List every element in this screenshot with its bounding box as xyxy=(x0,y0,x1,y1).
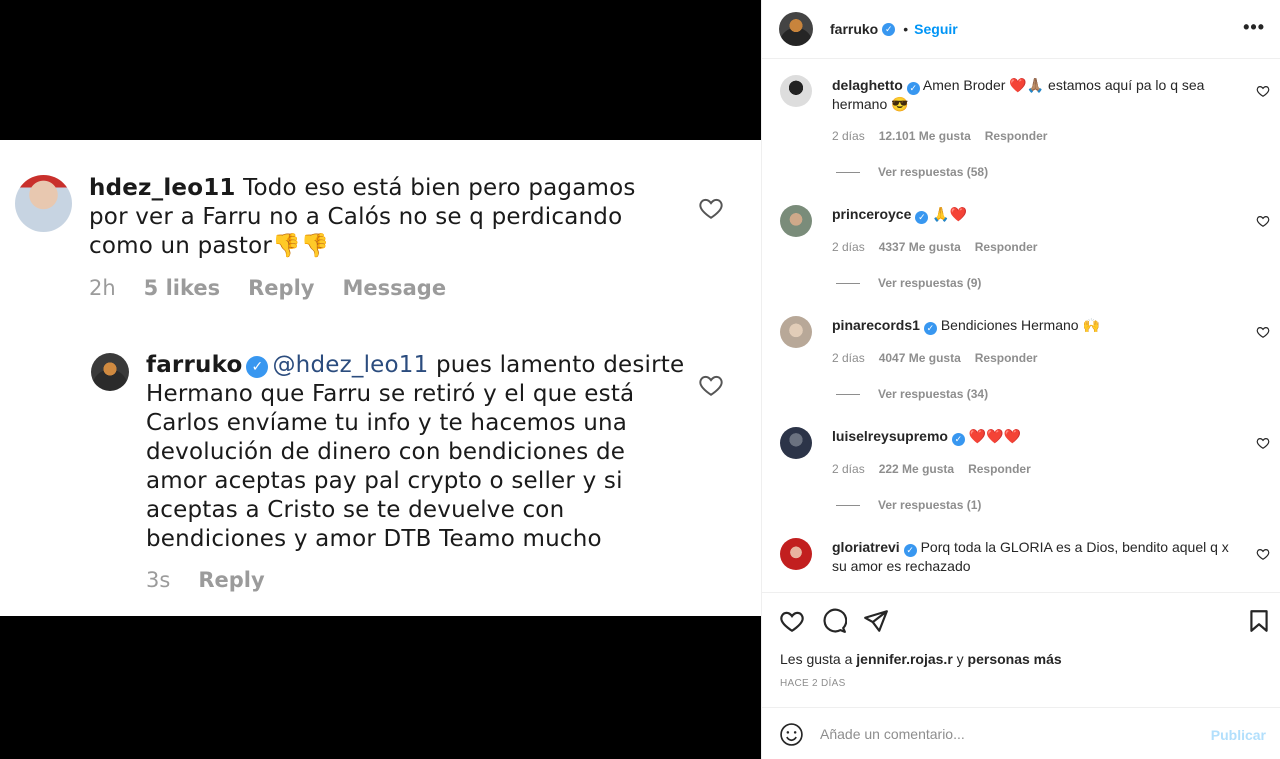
comment-likes[interactable]: 4337 Me gusta xyxy=(879,240,961,254)
bookmark-icon[interactable] xyxy=(1246,608,1272,634)
farruko-screenshot-avatar xyxy=(91,353,129,391)
comment-username[interactable]: princeroyce xyxy=(832,206,911,222)
comment-meta: 2 días 4047 Me gusta Responder xyxy=(832,351,1037,365)
view-replies-label: Ver respuestas (9) xyxy=(878,276,982,290)
view-replies-button[interactable]: Ver respuestas (34) xyxy=(836,387,988,401)
heart-icon xyxy=(699,198,723,219)
reply-button[interactable]: Responder xyxy=(975,240,1038,254)
commenter-avatar[interactable] xyxy=(780,316,812,348)
view-replies-button[interactable]: Ver respuestas (1) xyxy=(836,498,981,512)
comment-meta: 2 días 222 Me gusta Responder xyxy=(832,462,1031,476)
publish-button[interactable]: Publicar xyxy=(1211,727,1266,743)
screenshot-username-1: hdez_leo11 xyxy=(89,175,236,201)
verified-badge-icon: ✓ xyxy=(951,433,965,446)
heart-icon xyxy=(699,375,723,396)
comment-likes[interactable]: 4047 Me gusta xyxy=(879,351,961,365)
comment-likes[interactable]: 12.101 Me gusta xyxy=(879,129,971,143)
screenshot-comment-1-meta: 2h 5 likes Reply Message xyxy=(89,276,446,300)
like-comment-heart-icon[interactable] xyxy=(1256,325,1270,339)
view-replies-button[interactable]: Ver respuestas (9) xyxy=(836,276,981,290)
commenter-avatar[interactable] xyxy=(780,538,812,570)
comment-body: delaghetto ✓ Amen Broder ❤️🙏🏽 estamos aqu… xyxy=(832,76,1232,114)
likes-user-link[interactable]: jennifer.rojas.r xyxy=(856,651,952,667)
comment-age: 2 días xyxy=(832,462,865,476)
comment-meta: 2 días 4337 Me gusta Responder xyxy=(832,240,1037,254)
comments-list[interactable]: delaghetto ✓ Amen Broder ❤️🙏🏽 estamos aqu… xyxy=(762,60,1280,592)
share-send-icon[interactable] xyxy=(863,608,889,634)
comment-meta: 2 días 12.101 Me gusta Responder xyxy=(832,129,1047,143)
comment-input[interactable] xyxy=(820,722,1200,746)
like-comment-heart-icon[interactable] xyxy=(1256,84,1270,98)
hdez-leo11-avatar xyxy=(15,175,72,232)
comment-text: ❤️❤️❤️ xyxy=(968,428,1022,444)
view-replies-button[interactable]: Ver respuestas (58) xyxy=(836,165,988,179)
comment-body: luiselreysupremo ✓ ❤️❤️❤️ xyxy=(832,427,1232,446)
verified-badge-icon: ✓ xyxy=(903,544,917,557)
comment-screenshot: hdez_leo11 Todo eso está bien pero pagam… xyxy=(0,140,761,616)
comment-username[interactable]: luiselreysupremo xyxy=(832,428,948,444)
comment-bubble-icon[interactable] xyxy=(821,608,847,634)
post-timestamp[interactable]: HACE 2 DÍAS xyxy=(780,678,846,689)
follow-button[interactable]: Seguir xyxy=(914,21,958,37)
verified-badge-icon: ✓ xyxy=(923,322,937,335)
like-comment-heart-icon[interactable] xyxy=(1256,547,1270,561)
comment-likes[interactable]: 222 Me gusta xyxy=(879,462,954,476)
view-replies-label: Ver respuestas (58) xyxy=(878,165,989,179)
like-heart-icon[interactable] xyxy=(779,608,805,634)
comment-body: princeroyce ✓ 🙏❤️ xyxy=(832,205,1232,224)
comment-text: 🙏❤️ xyxy=(932,206,968,222)
likes-summary: Les gusta a jennifer.rojas.r y personas … xyxy=(780,651,1062,667)
reply-button[interactable]: Responder xyxy=(985,129,1048,143)
commenter-avatar[interactable] xyxy=(780,205,812,237)
comment-username[interactable]: pinarecords1 xyxy=(832,317,920,333)
likes-others-link[interactable]: personas más xyxy=(968,651,1062,667)
screenshot-time-1: 2h xyxy=(89,276,116,300)
emoji-icon[interactable] xyxy=(779,722,804,747)
verified-badge-icon: ✓ xyxy=(906,82,920,95)
author-username[interactable]: farruko xyxy=(830,21,878,37)
post-actions: Les gusta a jennifer.rojas.r y personas … xyxy=(762,592,1280,707)
verified-badge-icon: ✓ xyxy=(246,356,269,378)
reply-button[interactable]: Responder xyxy=(975,351,1038,365)
screenshot-mention: @hdez_leo11 xyxy=(272,352,429,378)
like-comment-heart-icon[interactable] xyxy=(1256,214,1270,228)
comment-username[interactable]: delaghetto xyxy=(832,77,903,93)
post-header: farruko ✓ • Seguir ••• xyxy=(762,0,1280,59)
comment-body: gloriatrevi ✓ Porq toda la GLORIA es a Di… xyxy=(832,538,1232,576)
comment-age: 2 días xyxy=(832,129,865,143)
screenshot-likes-1: 5 likes xyxy=(143,276,221,300)
screenshot-username-2: farruko xyxy=(146,352,243,378)
view-replies-label: Ver respuestas (1) xyxy=(878,498,982,512)
separator-dot: • xyxy=(903,21,909,37)
screenshot-comment-1: hdez_leo11 Todo eso está bien pero pagam… xyxy=(89,174,649,261)
reply-button[interactable]: Responder xyxy=(968,462,1031,476)
view-replies-label: Ver respuestas (34) xyxy=(878,387,989,401)
likes-connector: y xyxy=(956,651,964,667)
comment-text: Bendiciones Hermano 🙌 xyxy=(940,317,1100,333)
screenshot-comment-2: farruko ✓ @hdez_leo11 pues lamento desirte… xyxy=(146,351,686,554)
screenshot-reply-1: Reply xyxy=(248,276,315,300)
post-side-panel: farruko ✓ • Seguir ••• delaghetto ✓ Amen … xyxy=(761,0,1280,759)
commenter-avatar[interactable] xyxy=(780,75,812,107)
more-options-icon[interactable]: ••• xyxy=(1243,17,1265,38)
like-comment-heart-icon[interactable] xyxy=(1256,436,1270,450)
screenshot-time-2: 3s xyxy=(146,568,171,592)
comment-username[interactable]: gloriatrevi xyxy=(832,539,900,555)
author-avatar[interactable] xyxy=(779,12,813,46)
verified-badge-icon: ✓ xyxy=(882,22,896,36)
verified-badge-icon: ✓ xyxy=(915,211,929,224)
comment-age: 2 días xyxy=(832,351,865,365)
screenshot-comment-2-meta: 3s Reply xyxy=(146,568,265,592)
add-comment-bar: Publicar xyxy=(762,707,1280,759)
comment-body: pinarecords1 ✓ Bendiciones Hermano 🙌 xyxy=(832,316,1232,335)
screenshot-reply-2: Reply xyxy=(198,568,265,592)
screenshot-message-1: Message xyxy=(342,276,447,300)
commenter-avatar[interactable] xyxy=(780,427,812,459)
screenshot-comment-text-2: pues lamento desirte Hermano que Farru s… xyxy=(146,352,685,552)
likes-prefix: Les gusta a xyxy=(780,651,853,667)
post-media[interactable]: hdez_leo11 Todo eso está bien pero pagam… xyxy=(0,0,761,759)
comment-age: 2 días xyxy=(832,240,865,254)
instagram-post-view: hdez_leo11 Todo eso está bien pero pagam… xyxy=(0,0,1280,759)
